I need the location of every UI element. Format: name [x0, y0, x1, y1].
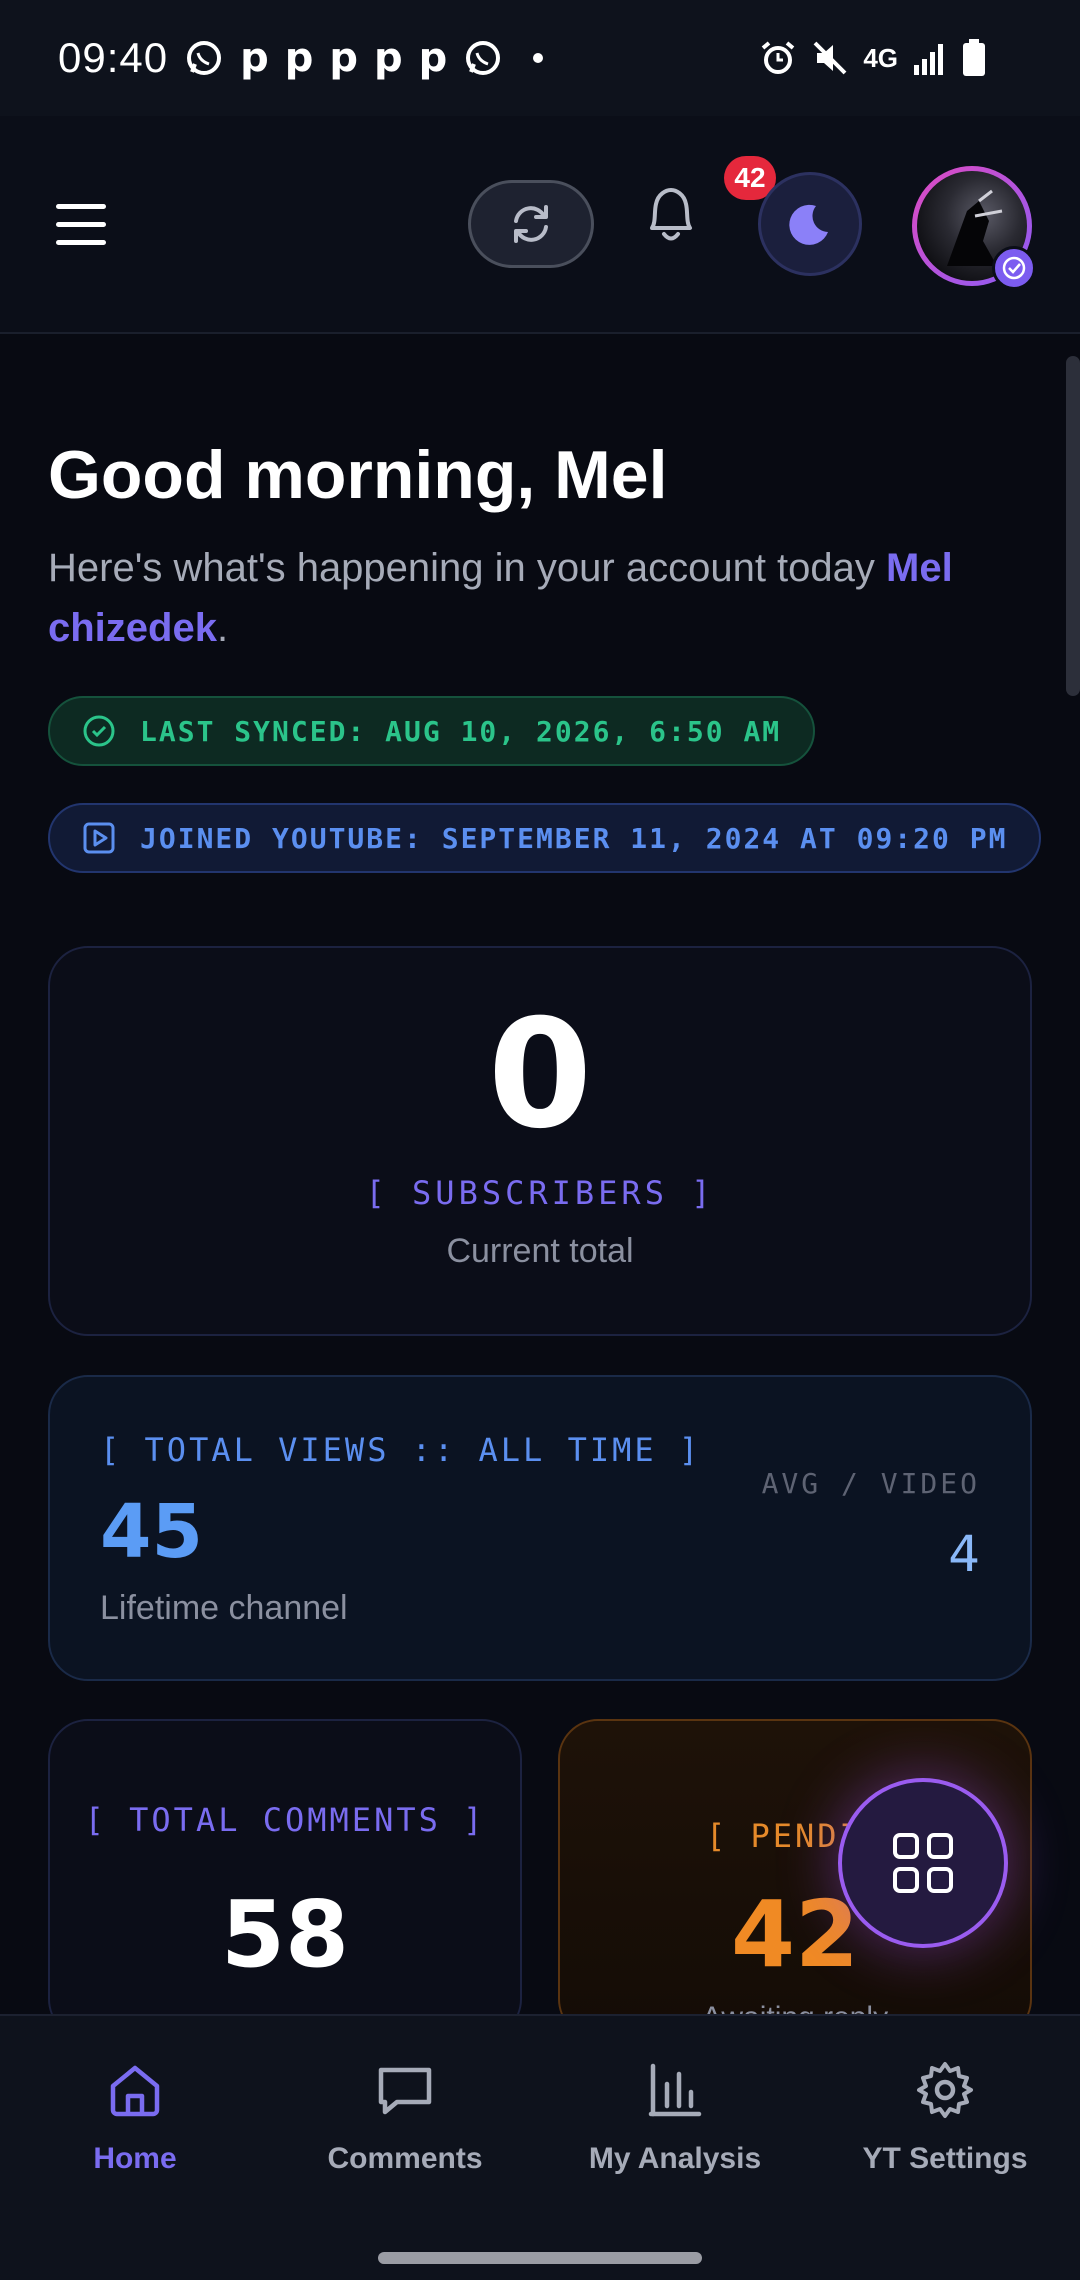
subscribers-value: 0	[487, 988, 593, 1162]
alarm-icon	[762, 41, 795, 74]
p-icon: p	[284, 35, 314, 81]
chart-icon	[643, 2058, 707, 2122]
menu-icon[interactable]	[56, 204, 106, 246]
nav-comments[interactable]: Comments	[270, 2016, 540, 2234]
whatsapp-icon	[466, 41, 501, 75]
moon-icon	[789, 204, 828, 245]
apps-menu-button[interactable]	[838, 1778, 1008, 1948]
subtitle-text: Here's what's happening in your account …	[48, 546, 887, 590]
greeting-title: Good morning, Mel	[48, 437, 668, 513]
refresh-icon	[514, 205, 548, 243]
total-comments-card[interactable]: [ TOTAL COMMENTS ] 58	[48, 1719, 522, 2039]
system-icons: 4G	[759, 39, 986, 77]
bottom-navigation: Home Comments My Analysis YT Settings	[0, 2014, 1080, 2234]
video-play-icon	[82, 821, 116, 855]
total-views-value: 45	[100, 1489, 203, 1575]
gear-icon	[913, 2058, 977, 2122]
subscribers-label: [ SUBSCRIBERS ]	[365, 1174, 715, 1212]
verified-icon	[992, 246, 1036, 290]
check-circle-icon	[82, 714, 116, 748]
battery-icon	[963, 39, 985, 76]
nav-my-analysis-label: My Analysis	[588, 2142, 762, 2175]
notification-icons: p p p p p	[184, 35, 544, 81]
joined-youtube-badge: JOINED YOUTUBE: SEPTEMBER 11, 2024 AT 09…	[48, 803, 1042, 873]
total-views-label: [ TOTAL VIEWS :: ALL TIME ]	[100, 1431, 702, 1469]
last-synced-badge: LAST SYNCED: AUG 10, 2026, 6:50 AM	[48, 696, 816, 766]
p-icon: p	[240, 35, 269, 81]
subscribers-card[interactable]: 0 [ SUBSCRIBERS ] Current total	[48, 946, 1032, 1336]
total-comments-label: [ TOTAL COMMENTS ]	[84, 1801, 486, 1839]
nav-home-label: Home	[93, 2142, 177, 2175]
nav-home[interactable]: Home	[0, 2016, 270, 2234]
mute-icon	[813, 41, 847, 75]
network-type: 4G	[863, 42, 898, 73]
signal-icon	[914, 44, 943, 75]
status-bar: 09:40 p p p p p 4G	[0, 0, 1080, 116]
refresh-button[interactable]	[468, 180, 594, 268]
whatsapp-icon	[187, 41, 222, 75]
theme-toggle-button[interactable]	[758, 172, 862, 276]
total-views-caption: Lifetime channel	[100, 1589, 348, 1627]
subscribers-caption: Current total	[446, 1232, 634, 1270]
p-icon: p	[418, 35, 448, 81]
subtitle-suffix: .	[216, 606, 229, 650]
last-synced-text: LAST SYNCED: AUG 10, 2026, 6:50 AM	[140, 714, 782, 748]
total-views-card[interactable]: [ TOTAL VIEWS :: ALL TIME ] 45 Lifetime …	[48, 1375, 1032, 1681]
status-time: 09:40	[58, 34, 169, 81]
nav-yt-settings[interactable]: YT Settings	[810, 2016, 1080, 2234]
nav-my-analysis[interactable]: My Analysis	[540, 2016, 810, 2234]
grid-icon	[893, 1833, 953, 1893]
bell-icon	[650, 188, 692, 241]
app-header: 42	[0, 116, 1080, 334]
notifications-button[interactable]	[640, 182, 710, 252]
home-icon	[103, 2058, 167, 2122]
nav-yt-settings-label: YT Settings	[862, 2142, 1028, 2175]
page-scrollbar[interactable]	[1066, 356, 1080, 696]
nav-comments-label: Comments	[327, 2142, 483, 2175]
p-icon: p	[329, 35, 359, 81]
greeting-subtitle: Here's what's happening in your account …	[48, 538, 1028, 658]
home-indicator[interactable]	[378, 2252, 702, 2264]
avg-per-video-label: AVG / VIDEO	[761, 1467, 980, 1500]
more-notifications-dot	[533, 53, 544, 63]
avg-per-video-value: 4	[948, 1525, 980, 1583]
comments-icon	[373, 2058, 437, 2122]
joined-youtube-text: JOINED YOUTUBE: SEPTEMBER 11, 2024 AT 09…	[140, 821, 1008, 855]
p-icon: p	[374, 35, 403, 81]
total-comments-value: 58	[220, 1881, 350, 1988]
